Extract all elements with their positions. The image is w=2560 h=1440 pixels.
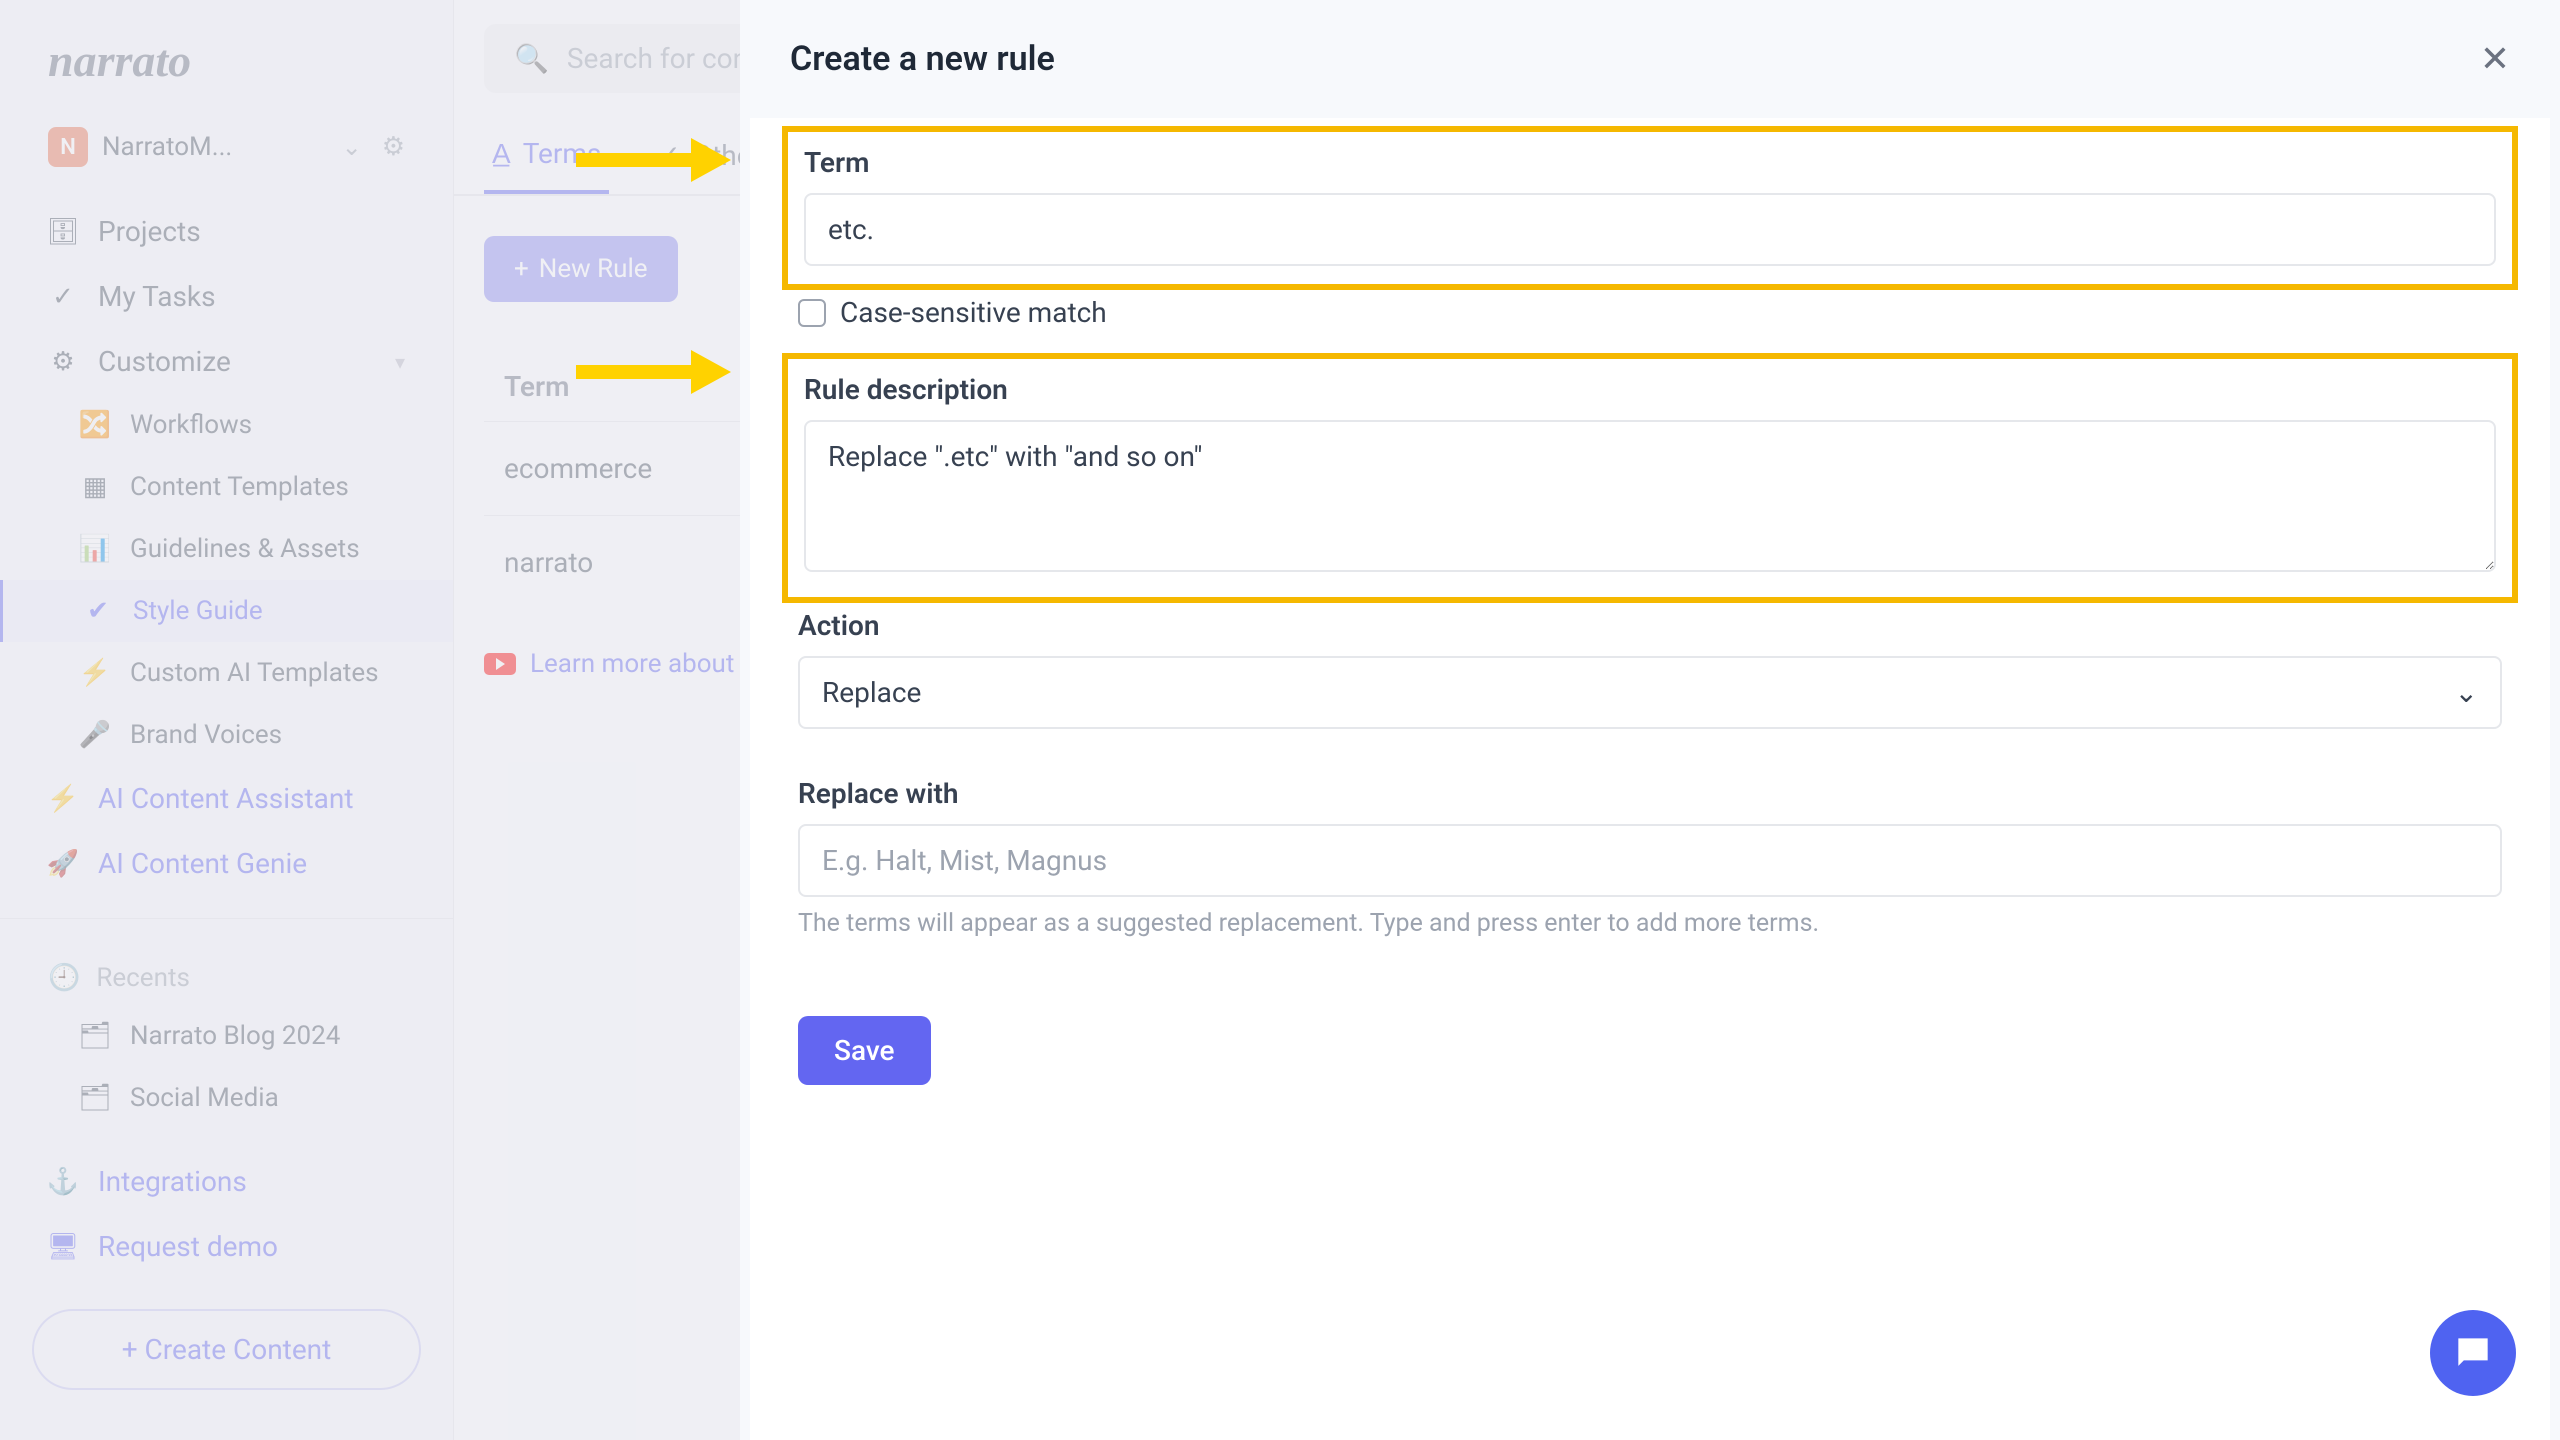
description-input[interactable] xyxy=(804,420,2496,572)
checkbox-icon[interactable] xyxy=(798,299,826,327)
chat-icon xyxy=(2451,1331,2495,1375)
helper-text: The terms will appear as a suggested rep… xyxy=(798,909,2502,938)
description-highlight: Rule description xyxy=(782,353,2518,603)
action-select[interactable]: Replace ⌄ xyxy=(798,656,2502,729)
replace-with-label: Replace with xyxy=(798,777,2502,810)
close-icon[interactable]: ✕ xyxy=(2480,38,2510,80)
case-sensitive-row[interactable]: Case-sensitive match xyxy=(782,296,2518,353)
annotation-arrow xyxy=(576,138,756,182)
term-input[interactable] xyxy=(804,193,2496,266)
action-value: Replace xyxy=(822,676,921,709)
case-sensitive-label: Case-sensitive match xyxy=(840,296,1107,329)
action-label: Action xyxy=(798,609,2502,642)
chevron-down-icon: ⌄ xyxy=(2455,676,2478,709)
annotation-arrow xyxy=(576,350,756,394)
modal-title: Create a new rule xyxy=(790,39,1055,79)
save-button[interactable]: Save xyxy=(798,1016,931,1085)
replace-with-input[interactable] xyxy=(798,824,2502,897)
term-label: Term xyxy=(804,146,2496,179)
term-highlight: Term xyxy=(782,126,2518,290)
create-rule-modal: Create a new rule ✕ Term Case-sensitive … xyxy=(740,0,2560,1440)
chat-fab[interactable] xyxy=(2430,1310,2516,1396)
description-label: Rule description xyxy=(804,373,2496,406)
